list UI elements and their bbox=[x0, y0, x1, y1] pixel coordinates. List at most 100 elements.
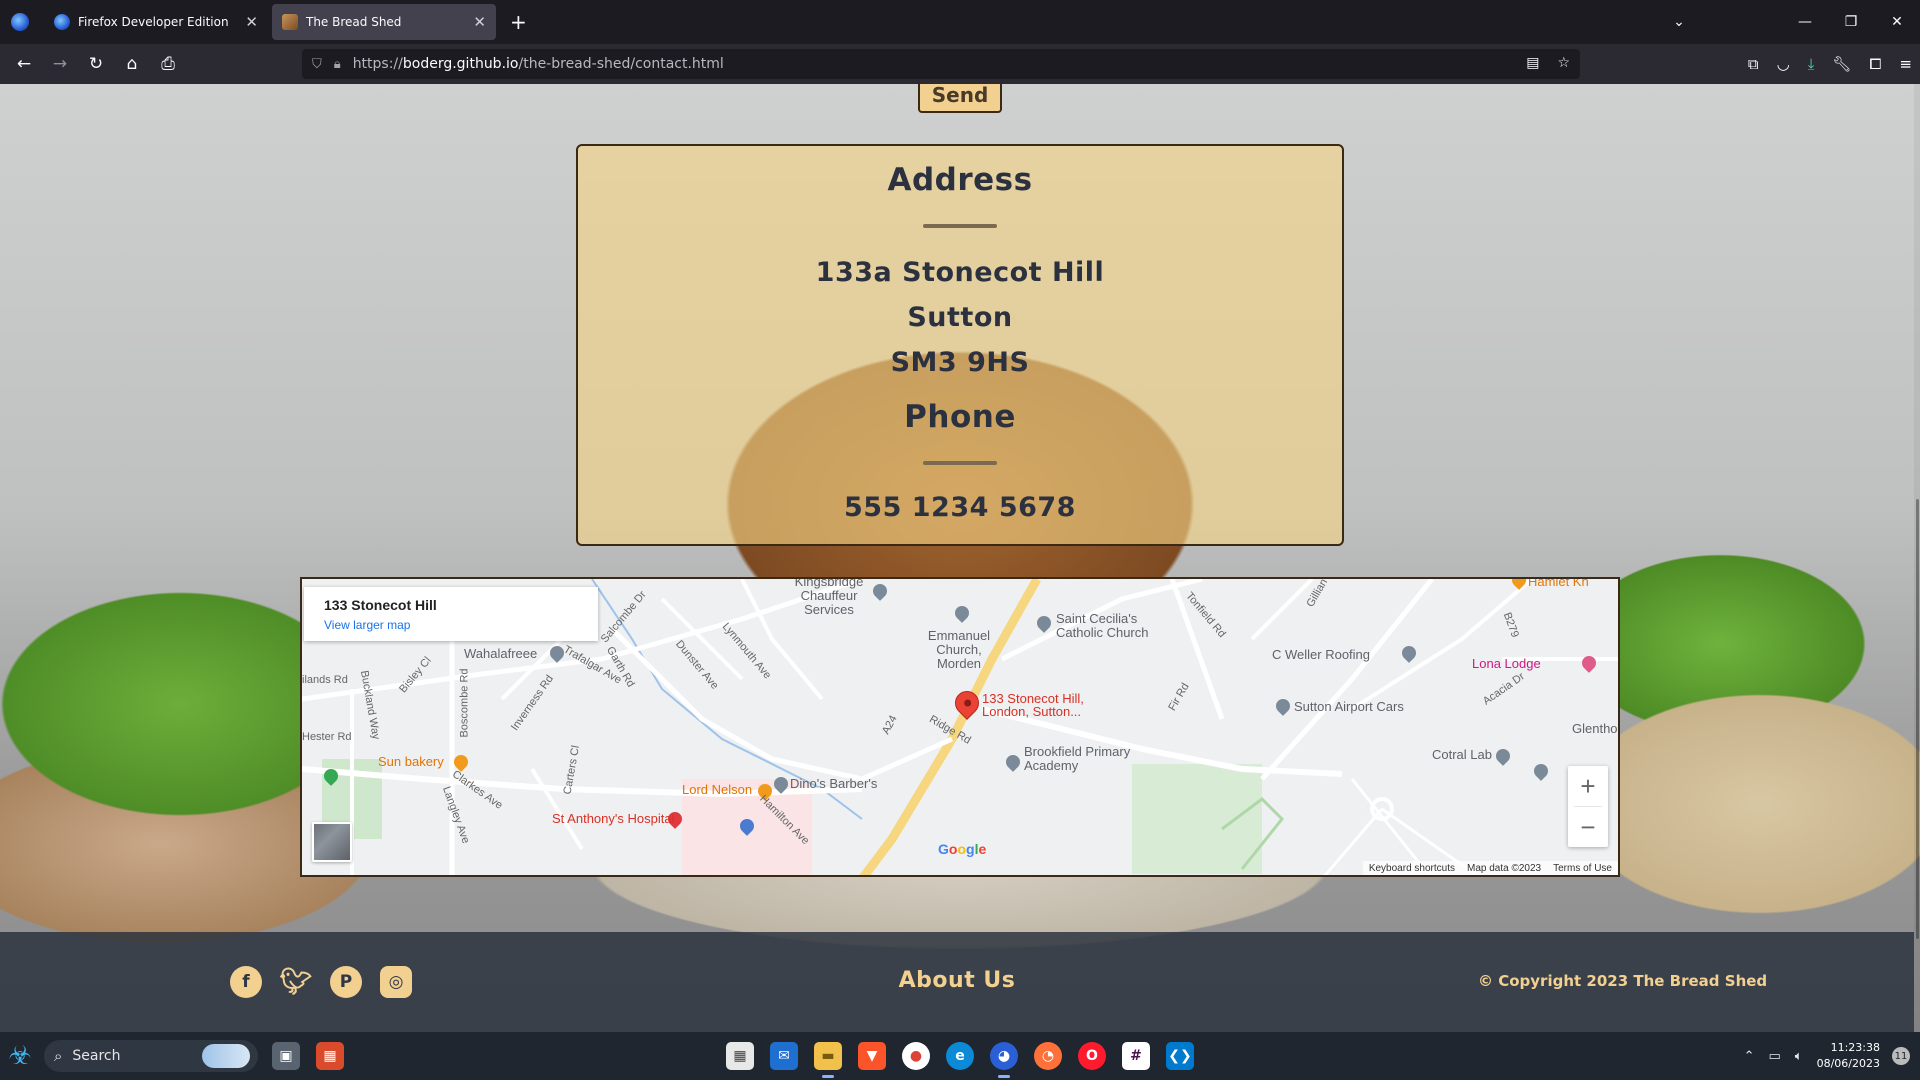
reload-icon[interactable]: ↻ bbox=[78, 54, 114, 74]
view-larger-map-link[interactable]: View larger map bbox=[324, 618, 578, 632]
road-label: Boscombe Rd bbox=[458, 668, 471, 738]
send-button[interactable]: Send bbox=[918, 84, 1002, 113]
extensions-icon[interactable]: ⧠ bbox=[1869, 55, 1881, 73]
close-tab-icon[interactable]: ✕ bbox=[245, 13, 258, 31]
contact-info-card: Address 133a Stonecot Hill Sutton SM3 9H… bbox=[576, 144, 1344, 546]
phone-number: 555 1234 5678 bbox=[844, 492, 1076, 523]
browser-nav-bar: ← → ↻ ⌂ ⎙ ⛉ 🔒︎ https://boderg.github.io/… bbox=[0, 44, 1920, 84]
search-icon: ⌕ bbox=[54, 1047, 63, 1065]
map-label-emmanuel[interactable]: Emmanuel Church, Morden bbox=[914, 629, 1004, 671]
edge-icon[interactable]: e bbox=[946, 1042, 974, 1070]
minimize-icon[interactable]: — bbox=[1782, 14, 1828, 30]
new-tab-icon[interactable]: + bbox=[510, 10, 527, 34]
system-tray: ⌃ ▭ 🔈︎ 11:23:38 08/06/2023 11 bbox=[1744, 1032, 1920, 1080]
map-label-hamlet[interactable]: Hamlet Kn bbox=[1528, 579, 1589, 589]
opera-icon[interactable]: O bbox=[1078, 1042, 1106, 1070]
map-label-c-weller[interactable]: C Weller Roofing bbox=[1272, 647, 1370, 662]
google-map[interactable]: 133 Stonecot Hill View larger map Kingsb… bbox=[300, 577, 1620, 877]
url-text[interactable]: https://boderg.github.io/the-bread-shed/… bbox=[353, 56, 724, 72]
forward-icon[interactable]: → bbox=[42, 54, 78, 74]
browser-tab-bar: Firefox Developer Edition ✕ The Bread Sh… bbox=[0, 0, 1920, 44]
tab-list-chevron-icon[interactable]: ⌄ bbox=[1656, 14, 1702, 30]
firefox-icon[interactable]: ◔ bbox=[1034, 1042, 1062, 1070]
network-icon[interactable]: ▭ bbox=[1768, 1049, 1780, 1064]
windows-taskbar: ☣ ⌕ Search ▣ ▦ ▦ ✉ ▬ ▼ ● e ◕ ◔ O # ❮❯ ⌃ … bbox=[0, 1032, 1920, 1080]
tab-title: The Bread Shed bbox=[306, 15, 402, 29]
map-label-saint-cecilia[interactable]: Saint Cecilia's Catholic Church bbox=[1056, 612, 1156, 640]
tab-firefox-developer-edition[interactable]: Firefox Developer Edition ✕ bbox=[44, 4, 268, 40]
clock[interactable]: 11:23:38 08/06/2023 bbox=[1817, 1040, 1880, 1072]
copyright-text: © Copyright 2023 The Bread Shed bbox=[1478, 972, 1768, 990]
map-label-glenthorne[interactable]: Glentho bbox=[1572, 721, 1618, 736]
mail-icon[interactable]: ✉ bbox=[770, 1042, 798, 1070]
map-label-wahalafreee[interactable]: Wahalafreee bbox=[464, 646, 537, 661]
zoom-out-button[interactable]: − bbox=[1568, 807, 1608, 847]
tab-title: Firefox Developer Edition bbox=[78, 15, 229, 29]
brave-icon[interactable]: ▼ bbox=[858, 1042, 886, 1070]
tab-the-bread-shed[interactable]: The Bread Shed ✕ bbox=[272, 4, 496, 40]
map-footer: Keyboard shortcuts Map data ©2023 Terms … bbox=[1362, 861, 1618, 875]
download-icon[interactable]: ⤓ bbox=[1808, 55, 1815, 73]
map-label-sutton-airport[interactable]: Sutton Airport Cars bbox=[1294, 699, 1404, 714]
site-footer: f 🐦︎ P ◎ About Us © Copyright 2023 The B… bbox=[0, 932, 1914, 1032]
address-line-1: 133a Stonecot Hill bbox=[815, 257, 1105, 288]
road-label: Hester Rd bbox=[302, 731, 352, 743]
bread-shed-favicon-icon bbox=[282, 14, 298, 30]
page-scrollbar[interactable] bbox=[1914, 84, 1920, 1032]
terms-of-use-link[interactable]: Terms of Use bbox=[1553, 863, 1612, 874]
wrench-icon[interactable]: 🔧︎ bbox=[1832, 55, 1851, 73]
address-line-3: SM3 9HS bbox=[890, 347, 1030, 378]
slack-icon[interactable]: # bbox=[1122, 1042, 1150, 1070]
file-explorer-icon[interactable]: ▬ bbox=[814, 1042, 842, 1078]
url-bar[interactable]: ⛉ 🔒︎ https://boderg.github.io/the-bread-… bbox=[302, 49, 1580, 79]
map-label-cotral-lab[interactable]: Cotral Lab bbox=[1432, 747, 1492, 762]
zoom-in-button[interactable]: + bbox=[1568, 766, 1608, 806]
screenshot-icon[interactable]: ⧉ bbox=[1748, 55, 1759, 73]
map-label-brookfield[interactable]: Brookfield Primary Academy bbox=[1024, 745, 1134, 773]
back-icon[interactable]: ← bbox=[6, 54, 42, 74]
vscode-icon[interactable]: ❮❯ bbox=[1166, 1042, 1194, 1070]
store-icon[interactable]: ▦ bbox=[726, 1042, 754, 1070]
clock-date: 08/06/2023 bbox=[1816, 1057, 1880, 1070]
place-title: 133 Stonecot Hill bbox=[324, 597, 437, 613]
search-highlight-image bbox=[202, 1044, 250, 1068]
keyboard-shortcuts-link[interactable]: Keyboard shortcuts bbox=[1369, 863, 1455, 874]
clock-time: 11:23:38 bbox=[1830, 1041, 1880, 1054]
google-logo: Google bbox=[938, 841, 987, 857]
zoom-controls: + − bbox=[1568, 766, 1608, 847]
divider bbox=[923, 461, 997, 465]
task-view-icon[interactable]: ▣ bbox=[272, 1042, 300, 1070]
page-viewport: Send Address 133a Stonecot Hill Sutton S… bbox=[0, 84, 1920, 1032]
volume-icon[interactable]: 🔈︎ bbox=[1795, 1049, 1803, 1064]
reader-icon[interactable]: ▤ bbox=[1526, 55, 1539, 71]
close-tab-icon[interactable]: ✕ bbox=[473, 13, 486, 31]
notification-badge[interactable]: 11 bbox=[1892, 1047, 1910, 1065]
lock-icon[interactable]: 🔒︎ bbox=[334, 57, 341, 72]
print-icon[interactable]: ⎙ bbox=[150, 54, 186, 74]
firefox-favicon-icon bbox=[54, 14, 70, 30]
firefox-developer-icon[interactable]: ◕ bbox=[990, 1042, 1018, 1078]
taskbar-search[interactable]: ⌕ Search bbox=[44, 1040, 258, 1072]
home-icon[interactable]: ⌂ bbox=[114, 54, 150, 74]
shield-icon[interactable]: ⛉ bbox=[312, 57, 322, 72]
start-biohazard-icon[interactable]: ☣ bbox=[0, 1032, 40, 1080]
restore-icon[interactable]: ❐ bbox=[1828, 14, 1874, 30]
satellite-toggle-button[interactable] bbox=[312, 822, 352, 862]
map-label-lord-nelson[interactable]: Lord Nelson bbox=[682, 782, 752, 797]
map-label-dinos[interactable]: Dino's Barber's bbox=[790, 776, 877, 791]
menu-icon[interactable]: ≡ bbox=[1899, 55, 1912, 73]
app-notification-icon[interactable]: ▦ bbox=[316, 1042, 344, 1070]
map-label-lona-lodge[interactable]: Lona Lodge bbox=[1472, 656, 1541, 671]
chrome-icon[interactable]: ● bbox=[902, 1042, 930, 1070]
firefox-logo-icon[interactable] bbox=[0, 0, 40, 44]
chevron-up-icon[interactable]: ⌃ bbox=[1744, 1049, 1755, 1064]
map-label-sun-bakery[interactable]: Sun bakery bbox=[378, 754, 444, 769]
road-label: ilands Rd bbox=[302, 674, 348, 686]
map-label-st-anthony[interactable]: St Anthony's Hospital bbox=[552, 811, 674, 826]
close-window-icon[interactable]: ✕ bbox=[1874, 14, 1920, 30]
pocket-icon[interactable]: ◡ bbox=[1777, 55, 1790, 73]
bookmark-star-icon[interactable]: ☆ bbox=[1557, 55, 1570, 71]
window-controls: ⌄ — ❐ ✕ bbox=[1656, 0, 1920, 44]
map-label-stonecot[interactable]: 133 Stonecot Hill, London, Sutton... bbox=[982, 692, 1102, 718]
map-label-kingsbridge[interactable]: Kingsbridge Chauffeur Services bbox=[782, 579, 876, 617]
